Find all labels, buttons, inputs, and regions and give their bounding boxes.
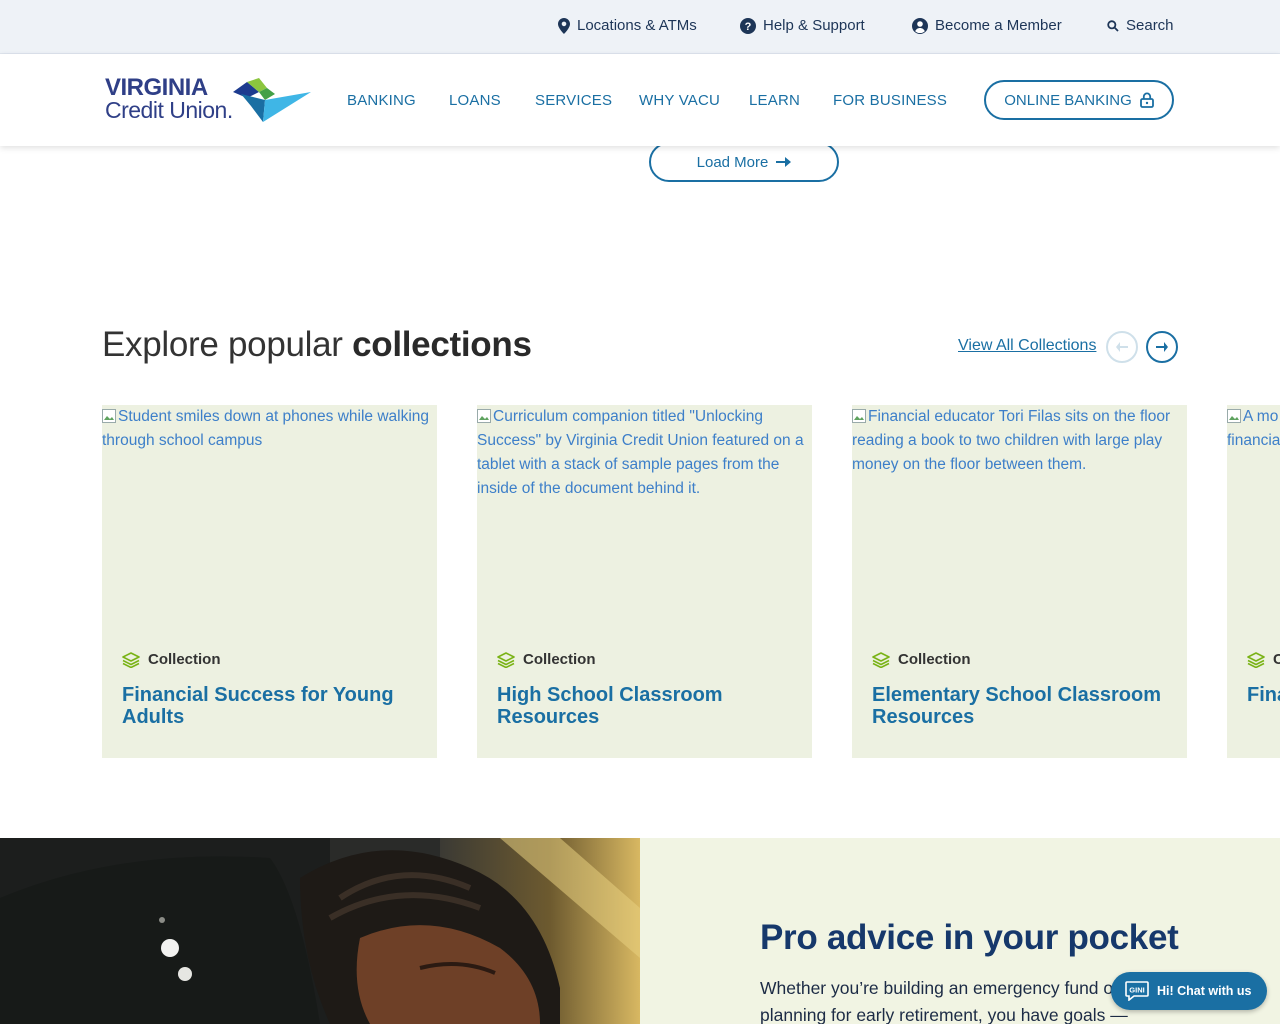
locations-link[interactable]: Locations & ATMs (558, 17, 697, 34)
collection-card[interactable]: A mofinancia C Fina (1227, 405, 1280, 758)
collection-card[interactable]: Student smiles down at phones while walk… (102, 405, 437, 758)
map-pin-icon (558, 17, 570, 34)
broken-image-icon (1227, 409, 1241, 423)
load-more-label: Load More (696, 153, 769, 171)
promo-photo (0, 838, 640, 1024)
main-nav: VIRGINIA Credit Union. BANKING LOANS SER… (0, 54, 1280, 146)
carousel-prev-button[interactable] (1106, 331, 1138, 363)
svg-text:?: ? (745, 21, 752, 33)
card-tag: C (1247, 651, 1280, 668)
user-circle-icon (912, 17, 928, 34)
promo-body-line-1: Whether you’re building an emergency fun… (760, 978, 1119, 998)
arrow-right-icon (776, 157, 792, 167)
card-tag: Collection (872, 651, 971, 668)
locations-label: Locations & ATMs (577, 17, 697, 34)
load-more-button[interactable]: Load More (649, 142, 839, 182)
question-circle-icon: ? (740, 17, 756, 34)
collections-heading-bold: collections (352, 325, 532, 364)
card-image-alt: Curriculum companion titled "Unlocking S… (477, 408, 804, 497)
broken-image-icon (852, 409, 866, 423)
nav-services[interactable]: SERVICES (535, 92, 612, 109)
online-banking-button[interactable]: ONLINE BANKING (984, 80, 1174, 120)
logo-bird-icon (233, 78, 311, 122)
chat-label: Hi! Chat with us (1157, 984, 1252, 998)
logo-line-2: Credit Union. (105, 97, 233, 123)
card-tag: Collection (497, 651, 596, 668)
arrow-left-icon (1116, 342, 1128, 352)
card-tag-label: Collection (148, 651, 221, 668)
become-member-link[interactable]: Become a Member (912, 17, 1062, 34)
card-tag-label: C (1273, 651, 1280, 668)
card-title[interactable]: Fina (1247, 684, 1280, 706)
broken-image-icon (102, 409, 116, 423)
card-title[interactable]: Financial Success for Young Adults (122, 684, 422, 728)
layers-icon (122, 651, 140, 668)
vacu-logo[interactable]: VIRGINIA Credit Union. (105, 76, 315, 126)
utility-bar: Locations & ATMs ? Help & Support Become… (0, 0, 1280, 54)
nav-for-business[interactable]: FOR BUSINESS (833, 92, 947, 109)
nav-learn[interactable]: LEARN (749, 92, 800, 109)
arrow-right-icon (1156, 342, 1168, 352)
collection-card[interactable]: Curriculum companion titled "Unlocking S… (477, 405, 812, 758)
chat-button[interactable]: GINI Hi! Chat with us (1111, 972, 1267, 1010)
card-image-alt: Financial educator Tori Filas sits on th… (852, 408, 1171, 473)
collections-heading: Explore popular collections (102, 325, 532, 365)
card-image-alt: A mo financia (1227, 408, 1280, 449)
layers-icon (497, 651, 515, 668)
chat-badge-text: GINI (1129, 986, 1144, 995)
promo-title: Pro advice in your pocket (760, 918, 1179, 957)
search-icon (1107, 19, 1119, 32)
card-tag-label: Collection (523, 651, 596, 668)
collections-heading-light: Explore popular (102, 325, 353, 364)
carousel-next-button[interactable] (1146, 331, 1178, 363)
nav-banking[interactable]: BANKING (347, 92, 416, 109)
card-title[interactable]: Elementary School Classroom Resources (872, 684, 1172, 728)
online-banking-label: ONLINE BANKING (1004, 91, 1132, 109)
broken-image-icon (477, 409, 491, 423)
layers-icon (1247, 651, 1265, 668)
promo-photo-illustration (0, 838, 640, 1024)
card-tag: Collection (122, 651, 221, 668)
layers-icon (872, 651, 890, 668)
view-all-collections-link[interactable]: View All Collections (958, 337, 1096, 355)
help-label: Help & Support (763, 17, 865, 34)
promo-body-line-2: planning for early retirement, you have … (760, 1005, 1128, 1024)
nav-loans[interactable]: LOANS (449, 92, 501, 109)
nav-why-vacu[interactable]: WHY VACU (639, 92, 720, 109)
lock-icon (1139, 92, 1154, 108)
collection-card[interactable]: Financial educator Tori Filas sits on th… (852, 405, 1187, 758)
promo-body: Whether you’re building an emergency fun… (760, 975, 1160, 1024)
card-tag-label: Collection (898, 651, 971, 668)
become-member-label: Become a Member (935, 17, 1062, 34)
search-label: Search (1126, 17, 1174, 34)
chat-bubble-icon: GINI (1125, 981, 1149, 1001)
card-image-alt: Student smiles down at phones while walk… (102, 408, 430, 449)
help-link[interactable]: ? Help & Support (740, 17, 865, 34)
search-link[interactable]: Search (1107, 17, 1174, 34)
card-title[interactable]: High School Classroom Resources (497, 684, 797, 728)
